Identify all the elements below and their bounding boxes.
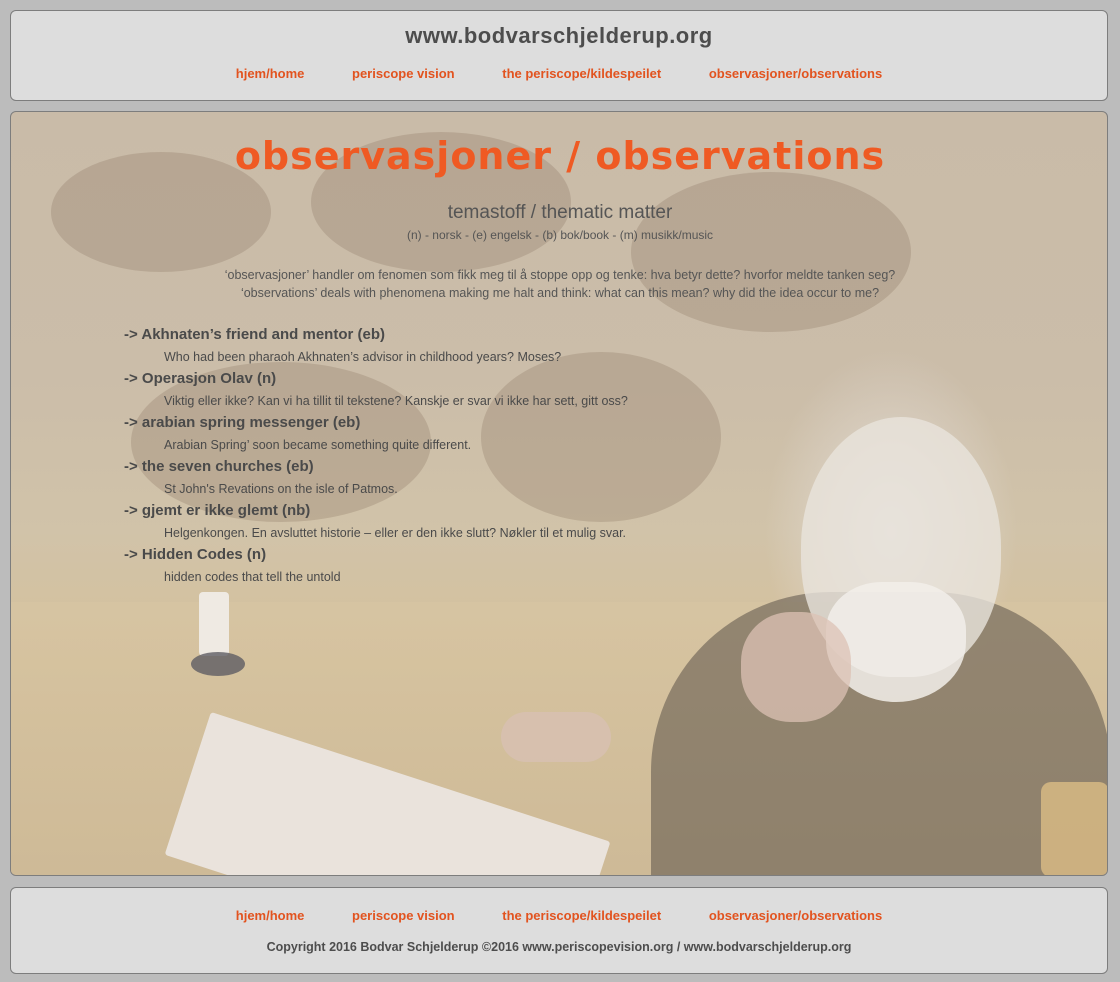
header-nav: hjem/home periscope vision the periscope… bbox=[11, 66, 1107, 81]
intro-norwegian: ‘observasjoner’ handler om fenomen som f… bbox=[224, 268, 896, 282]
list-item: -> the seven churches (eb) St John's Rev… bbox=[124, 456, 924, 500]
site-title: www.bodvarschjelderup.org bbox=[405, 23, 713, 48]
observation-list: -> Akhnaten’s friend and mentor (eb) Who… bbox=[124, 324, 924, 588]
observation-description: Viktig eller ikke? Kan vi ha tillit til … bbox=[164, 394, 628, 408]
observation-description: hidden codes that tell the untold bbox=[164, 570, 341, 584]
nav-link-observations[interactable]: observasjoner/observations bbox=[709, 66, 882, 81]
observation-link-gjemt-er-ikke-glemt[interactable]: -> gjemt er ikke glemt (nb) bbox=[124, 500, 924, 524]
observation-link-operasjon-olav[interactable]: -> Operasjon Olav (n) bbox=[124, 368, 924, 392]
page-subtitle: temastoff / thematic matter bbox=[447, 202, 673, 223]
nav-link-home[interactable]: hjem/home bbox=[236, 66, 305, 81]
list-item: -> Akhnaten’s friend and mentor (eb) Who… bbox=[124, 324, 924, 368]
footer-link-kildespeilet[interactable]: the periscope/kildespeilet bbox=[502, 908, 661, 923]
list-item: -> Operasjon Olav (n) Viktig eller ikke?… bbox=[124, 368, 924, 412]
observation-description: Arabian Spring’ soon became something qu… bbox=[164, 438, 472, 452]
footer-link-observations[interactable]: observasjoner/observations bbox=[709, 908, 882, 923]
observation-link-seven-churches[interactable]: -> the seven churches (eb) bbox=[124, 456, 924, 480]
list-item: -> gjemt er ikke glemt (nb) Helgenkongen… bbox=[124, 500, 924, 544]
footer-nav: hjem/home periscope vision the periscope… bbox=[11, 908, 1107, 923]
footer-panel: hjem/home periscope vision the periscope… bbox=[10, 887, 1108, 974]
nav-link-kildespeilet[interactable]: the periscope/kildespeilet bbox=[502, 66, 661, 81]
header-panel: www.bodvarschjelderup.org hjem/home peri… bbox=[10, 10, 1108, 101]
observation-description: St John's Revations on the isle of Patmo… bbox=[164, 482, 398, 496]
main-panel: observasjoner / observations temastoff /… bbox=[10, 111, 1108, 876]
page-title: observasjoner / observations bbox=[234, 134, 886, 178]
main-content: observasjoner / observations temastoff /… bbox=[11, 112, 1107, 875]
observation-description: Who had been pharaoh Akhnaten’s advisor … bbox=[164, 350, 562, 364]
list-item: -> arabian spring messenger (eb) Arabian… bbox=[124, 412, 924, 456]
intro-english: ‘observations’ deals with phenomena maki… bbox=[240, 286, 880, 300]
footer-link-home[interactable]: hjem/home bbox=[236, 908, 305, 923]
observation-description: Helgenkongen. En avsluttet historie – el… bbox=[164, 526, 627, 540]
observation-link-arabian-spring[interactable]: -> arabian spring messenger (eb) bbox=[124, 412, 924, 436]
list-item: -> Hidden Codes (n) hidden codes that te… bbox=[124, 544, 924, 588]
intro-text: ‘observasjoner’ handler om fenomen som f… bbox=[11, 266, 1107, 302]
nav-link-periscope-vision[interactable]: periscope vision bbox=[352, 66, 455, 81]
observation-link-hidden-codes[interactable]: -> Hidden Codes (n) bbox=[124, 544, 924, 568]
footer-link-periscope-vision[interactable]: periscope vision bbox=[352, 908, 455, 923]
language-legend: (n) - norsk - (e) engelsk - (b) bok/book… bbox=[406, 228, 714, 242]
observation-link-akhnaten[interactable]: -> Akhnaten’s friend and mentor (eb) bbox=[124, 324, 924, 348]
copyright-text: Copyright 2016 Bodvar Schjelderup ©2016 … bbox=[266, 940, 852, 954]
